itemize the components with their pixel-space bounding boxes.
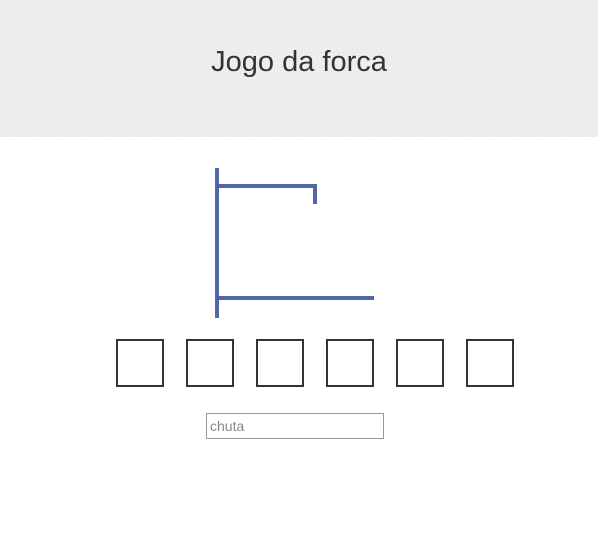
letter-slot — [186, 339, 234, 387]
letter-slot — [256, 339, 304, 387]
letter-slot — [116, 339, 164, 387]
gallows-drawing — [206, 166, 376, 328]
gallows-icon — [215, 168, 374, 318]
header-banner: Jogo da forca — [0, 0, 598, 137]
guess-input[interactable] — [206, 413, 384, 439]
letter-slot — [466, 339, 514, 387]
letter-slot — [396, 339, 444, 387]
letter-slot — [326, 339, 374, 387]
word-slots — [116, 339, 516, 387]
page-title: Jogo da forca — [211, 46, 387, 78]
